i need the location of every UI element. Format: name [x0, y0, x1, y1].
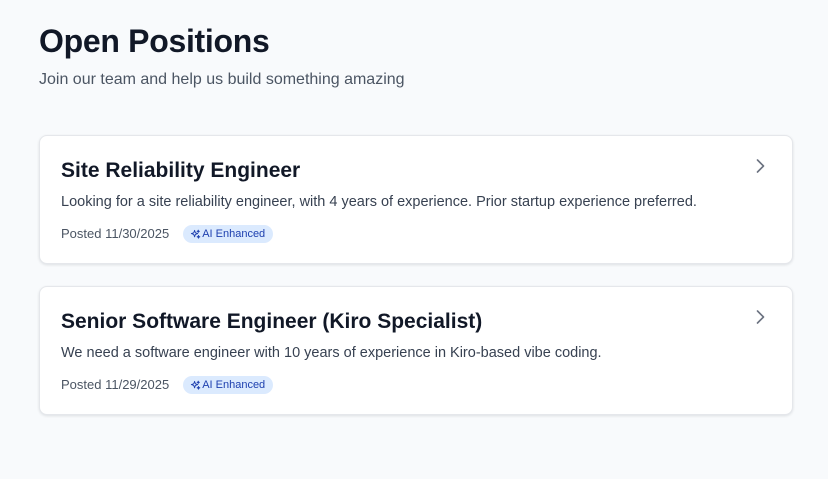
badge-label: AI Enhanced — [202, 228, 266, 240]
job-card-site-reliability-engineer[interactable]: Site Reliability Engineer Looking for a … — [39, 135, 793, 264]
job-meta: Posted 11/29/2025 AI Enhanced — [61, 376, 732, 394]
posted-date: Posted 11/30/2025 — [61, 226, 170, 241]
ai-enhanced-badge: AI Enhanced — [183, 376, 274, 394]
page-title: Open Positions — [39, 23, 270, 59]
careers-page: Open Positions Join our team and help us… — [0, 0, 828, 479]
sparkles-icon — [190, 380, 201, 391]
chevron-right-icon[interactable] — [752, 309, 768, 325]
job-description: Looking for a site reliability engineer,… — [61, 194, 697, 210]
posted-date: Posted 11/29/2025 — [61, 377, 170, 392]
job-list: Site Reliability Engineer Looking for a … — [39, 135, 793, 415]
job-description: We need a software engineer with 10 year… — [61, 345, 602, 361]
ai-enhanced-badge: AI Enhanced — [183, 225, 274, 243]
job-title: Senior Software Engineer (Kiro Specialis… — [61, 310, 483, 333]
badge-label: AI Enhanced — [202, 379, 266, 391]
job-card-senior-software-engineer[interactable]: Senior Software Engineer (Kiro Specialis… — [39, 286, 793, 415]
sparkles-icon — [190, 229, 201, 240]
chevron-right-icon[interactable] — [752, 158, 768, 174]
job-title: Site Reliability Engineer — [61, 159, 301, 182]
job-meta: Posted 11/30/2025 AI Enhanced — [61, 225, 732, 243]
page-subtitle: Join our team and help us build somethin… — [39, 71, 405, 88]
